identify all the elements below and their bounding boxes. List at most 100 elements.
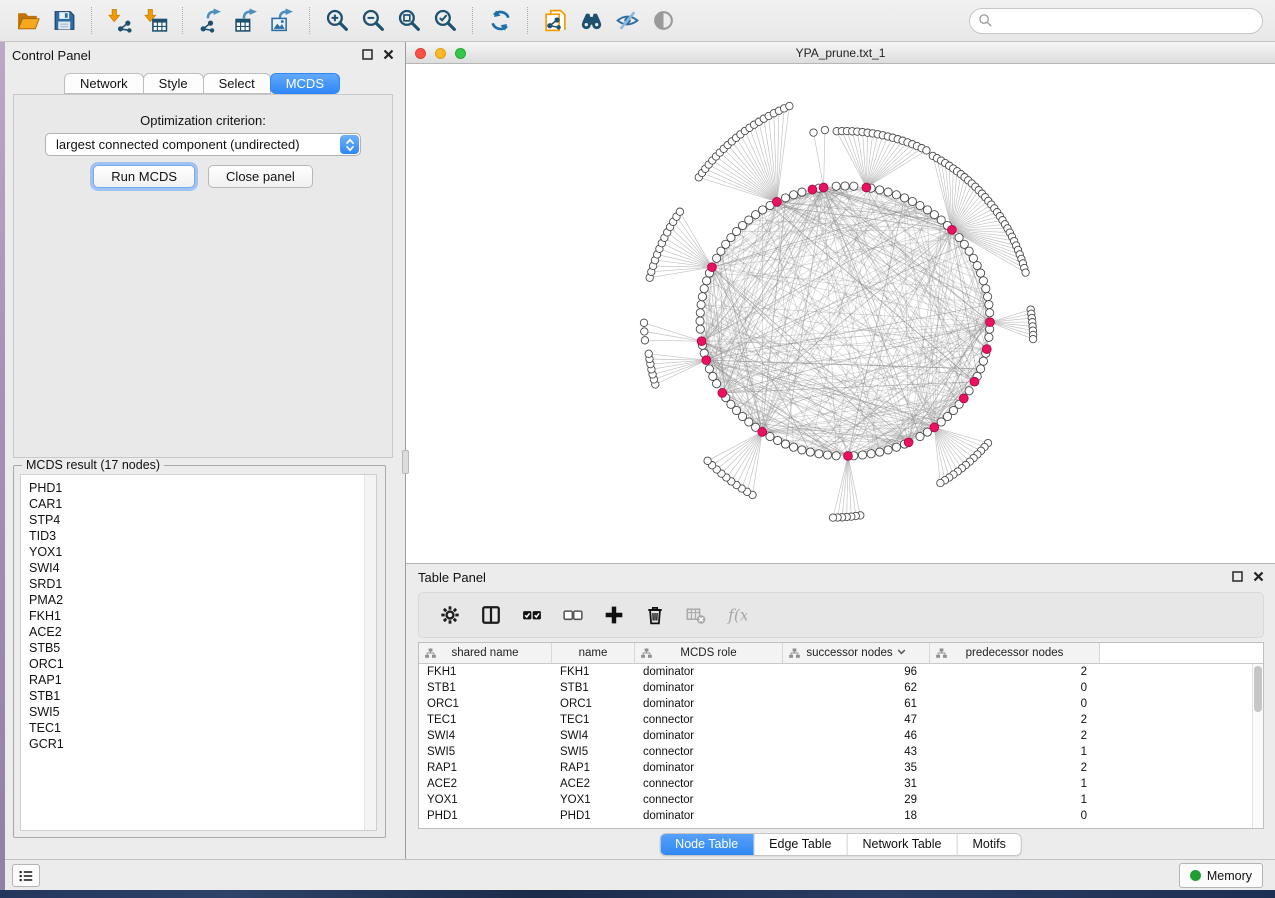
zoom-out-button[interactable] (355, 5, 391, 37)
memory-button[interactable]: Memory (1179, 863, 1263, 888)
graph-node-mcds[interactable] (808, 185, 817, 194)
table-scrollbar[interactable] (1252, 664, 1263, 828)
table-row[interactable]: ACE2ACE2connector311 (419, 776, 1263, 792)
graph-node[interactable] (704, 457, 711, 464)
graph-node-mcds[interactable] (970, 377, 979, 386)
graph-node-mcds[interactable] (844, 452, 853, 461)
graph-node[interactable] (923, 147, 930, 154)
graph-node[interactable] (640, 319, 647, 326)
graph-node-mcds[interactable] (959, 394, 968, 403)
table-row[interactable]: SWI4SWI4dominator462 (419, 728, 1263, 744)
tab-edge-table[interactable]: Edge Table (753, 834, 846, 855)
graph-node[interactable] (900, 194, 908, 202)
table-row[interactable]: FKH1FKH1dominator962 (419, 664, 1263, 680)
select-all-button[interactable] (520, 603, 544, 627)
graph-node[interactable] (916, 201, 924, 209)
graph-node[interactable] (982, 285, 990, 293)
graph-node[interactable] (697, 301, 705, 309)
graph-node[interactable] (977, 269, 985, 277)
graph-node[interactable] (790, 443, 798, 451)
mcds-result-item[interactable]: CAR1 (29, 496, 376, 512)
graph-node[interactable] (979, 277, 987, 285)
mcds-result-item[interactable]: STP4 (29, 512, 376, 528)
mcds-result-item[interactable]: STB5 (29, 640, 376, 656)
graph-node[interactable] (798, 446, 806, 454)
table-row[interactable]: TEC1TEC1connector472 (419, 712, 1263, 728)
mcds-result-list[interactable]: PHD1CAR1STP4TID3YOX1SWI4SRD1PMA2FKH1ACE2… (20, 474, 377, 831)
close-panel-button[interactable] (382, 48, 395, 61)
graph-node[interactable] (810, 129, 817, 136)
tab-network-table[interactable]: Network Table (847, 834, 957, 855)
graph-node[interactable] (781, 440, 789, 448)
graph-node[interactable] (986, 309, 994, 317)
mcds-result-item[interactable]: TEC1 (29, 720, 376, 736)
graph-node[interactable] (930, 211, 938, 219)
add-button[interactable] (602, 603, 626, 627)
graph-node[interactable] (876, 448, 884, 456)
task-history-button[interactable] (12, 864, 40, 887)
tab-motifs[interactable]: Motifs (956, 834, 1020, 855)
tab-mcds[interactable]: MCDS (270, 73, 340, 94)
float-table-panel-button[interactable] (1231, 570, 1244, 583)
gear-button[interactable] (438, 603, 462, 627)
mcds-result-item[interactable]: PMA2 (29, 592, 376, 608)
table-row[interactable]: SWI5SWI5connector431 (419, 744, 1263, 760)
optimization-criterion-select[interactable]: largest connected component (undirected) (45, 133, 361, 156)
graph-node[interactable] (759, 206, 767, 214)
splitter-handle[interactable] (402, 450, 409, 474)
tab-select[interactable]: Select (203, 73, 271, 94)
graph-node[interactable] (867, 450, 875, 458)
table-row[interactable]: STB1STB1dominator620 (419, 680, 1263, 696)
graph-node[interactable] (752, 211, 760, 219)
graph-node[interactable] (908, 197, 916, 205)
mcds-result-item[interactable]: FKH1 (29, 608, 376, 624)
graph-node[interactable] (841, 182, 849, 190)
graph-node[interactable] (984, 293, 992, 301)
graph-node[interactable] (641, 328, 648, 335)
export-network-button[interactable] (192, 5, 228, 37)
graph-node[interactable] (709, 372, 717, 380)
graph-node[interactable] (700, 285, 708, 293)
search-network-button[interactable] (573, 5, 609, 37)
deselect-all-button[interactable] (561, 603, 585, 627)
save-button[interactable] (46, 5, 82, 37)
graph-node[interactable] (815, 450, 823, 458)
graph-node[interactable] (985, 301, 993, 309)
refresh-button[interactable] (482, 5, 518, 37)
graph-node[interactable] (821, 126, 828, 133)
tab-node-table[interactable]: Node Table (660, 834, 753, 855)
delete-table-button[interactable] (684, 603, 708, 627)
graph-node-mcds[interactable] (697, 337, 706, 346)
hide-selected-button[interactable] (609, 5, 645, 37)
graph-node[interactable] (786, 102, 793, 109)
graph-node-mcds[interactable] (708, 263, 717, 272)
graph-node[interactable] (705, 365, 713, 373)
mcds-result-item[interactable]: SWI4 (29, 560, 376, 576)
table-row[interactable]: PHD1PHD1dominator180 (419, 808, 1263, 824)
graph-node[interactable] (829, 514, 836, 521)
graph-node[interactable] (696, 317, 704, 325)
graph-node[interactable] (876, 186, 884, 194)
column-header-shared-name[interactable]: shared name (419, 643, 552, 663)
mcds-result-item[interactable]: TID3 (29, 528, 376, 544)
graph-node[interactable] (745, 216, 753, 224)
column-header-predecessor-nodes[interactable]: predecessor nodes (930, 643, 1100, 663)
graph-node[interactable] (923, 206, 931, 214)
column-header-name[interactable]: name (552, 643, 635, 663)
graph-node-mcds[interactable] (819, 183, 828, 192)
graph-node[interactable] (641, 337, 648, 344)
graph-node[interactable] (806, 448, 814, 456)
columns-button[interactable] (479, 603, 503, 627)
graph-node[interactable] (979, 357, 987, 365)
graph-node[interactable] (790, 191, 798, 199)
graph-node[interactable] (832, 182, 840, 190)
tab-network[interactable]: Network (64, 73, 144, 94)
graph-node[interactable] (1022, 269, 1029, 276)
graph-node-mcds[interactable] (904, 438, 913, 447)
graph-node[interactable] (916, 432, 924, 440)
graph-node-mcds[interactable] (982, 345, 991, 354)
column-header-MCDS-role[interactable]: MCDS role (635, 643, 783, 663)
table-scrollbar-thumb[interactable] (1254, 666, 1262, 712)
mcds-result-item[interactable]: YOX1 (29, 544, 376, 560)
graph-node[interactable] (985, 333, 993, 341)
